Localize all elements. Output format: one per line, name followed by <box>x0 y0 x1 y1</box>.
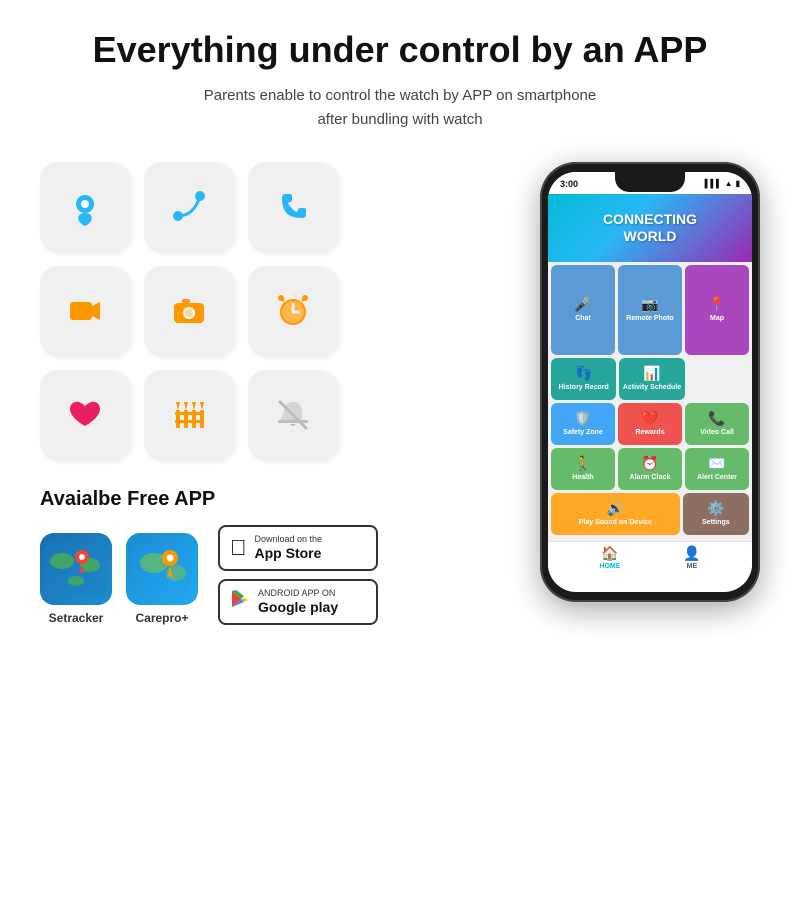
phone-cell-map-spacer <box>688 358 749 400</box>
phone-grid-row-1: 🎤 Chat 📷 Remote Photo 📍 Map <box>551 265 749 355</box>
phone-screen: 3:00 ▌▌▌ ▲ ▮ CONNECTING WORLD <box>548 172 752 592</box>
phone-grid-row-4: 🚶 Health ⏰ Alarm Clock ✉️ Alert Center <box>551 448 749 490</box>
appstore-button[interactable]:  Download on the App Store <box>218 525 378 571</box>
phone-cell-history: 👣 History Record <box>551 358 616 400</box>
phone-cell-remote-photo: 📷 Remote Photo <box>618 265 682 355</box>
phone-cell-settings: ⚙️ Settings <box>683 493 749 535</box>
appstore-text: Download on the App Store <box>255 534 323 562</box>
icon-fence <box>144 370 234 460</box>
phone-app-header: CONNECTING WORLD <box>548 194 752 262</box>
home-icon: 🏠 <box>601 545 618 562</box>
carepro-app: Carepro+ <box>126 533 198 625</box>
apple-icon:  <box>230 535 247 561</box>
phone-cell-videocall: 📞 Video Call <box>685 403 749 445</box>
left-panel: Avaialbe Free APP <box>40 162 520 625</box>
setracker-label: Setracker <box>49 611 104 625</box>
phone-mockup: 3:00 ▌▌▌ ▲ ▮ CONNECTING WORLD <box>540 162 760 602</box>
googleplay-text: ANDROID APP ON Google play <box>258 588 338 616</box>
phone-signal: ▌▌▌ <box>705 179 722 188</box>
setracker-app: Setracker <box>40 533 112 625</box>
icon-alarm <box>248 266 338 356</box>
phone-bottom-nav: 🏠 HOME 👤 ME <box>548 541 752 573</box>
phone-cell-alert: ✉️ Alert Center <box>685 448 749 490</box>
free-app-section: Avaialbe Free APP <box>40 488 520 625</box>
feature-icon-grid <box>40 162 520 460</box>
phone-cell-safety: 🛡️ Safety Zone <box>551 403 615 445</box>
phone-cell-health: 🚶 Health <box>551 448 615 490</box>
page-subtitle: Parents enable to control the watch by A… <box>40 84 760 132</box>
icon-camera <box>144 266 234 356</box>
page-title: Everything under control by an APP <box>40 30 760 70</box>
icon-heart <box>40 370 130 460</box>
phone-cell-map: 📍 Map <box>685 265 749 355</box>
icon-phone <box>248 162 338 252</box>
page-container: Everything under control by an APP Paren… <box>0 0 800 900</box>
setracker-logo <box>40 533 112 605</box>
icon-route <box>144 162 234 252</box>
icon-video <box>40 266 130 356</box>
phone-status-right: ▌▌▌ ▲ ▮ <box>705 179 740 188</box>
phone-time: 3:00 <box>560 179 578 189</box>
app-logos-row: Setracker <box>40 525 520 625</box>
phone-grid-row-5: 🔊 Play Sound on Device ⚙️ Settings <box>551 493 749 535</box>
phone-notch <box>615 172 685 192</box>
phone-cell-activity: 📊 Activity Schedule <box>619 358 684 400</box>
icon-location <box>40 162 130 252</box>
content-area: Avaialbe Free APP <box>40 162 760 625</box>
phone-battery: ▮ <box>736 179 740 188</box>
phone-nav-home[interactable]: 🏠 HOME <box>599 545 620 570</box>
phone-grid-row-2: 👣 History Record 📊 Activity Schedule <box>551 358 749 400</box>
googleplay-button[interactable]: ANDROID APP ON Google play <box>218 579 378 625</box>
person-icon: 👤 <box>683 545 700 562</box>
icon-no-bell <box>248 370 338 460</box>
phone-nav-me[interactable]: 👤 ME <box>683 545 700 570</box>
phone-wifi: ▲ <box>725 179 733 188</box>
phone-app-title: CONNECTING WORLD <box>603 211 697 245</box>
phone-grid-row-3: 🛡️ Safety Zone ❤️ Rewards 📞 Video Call <box>551 403 749 445</box>
phone-cell-alarm: ⏰ Alarm Clock <box>618 448 682 490</box>
google-play-icon <box>230 589 250 614</box>
phone-cell-rewards: ❤️ Rewards <box>618 403 682 445</box>
phone-cell-playsound: 🔊 Play Sound on Device <box>551 493 680 535</box>
phone-outer: 3:00 ▌▌▌ ▲ ▮ CONNECTING WORLD <box>540 162 760 602</box>
phone-cell-chat: 🎤 Chat <box>551 265 615 355</box>
free-app-title: Avaialbe Free APP <box>40 488 520 511</box>
carepro-logo <box>126 533 198 605</box>
carepro-label: Carepro+ <box>135 611 188 625</box>
store-buttons:  Download on the App Store <box>218 525 378 625</box>
